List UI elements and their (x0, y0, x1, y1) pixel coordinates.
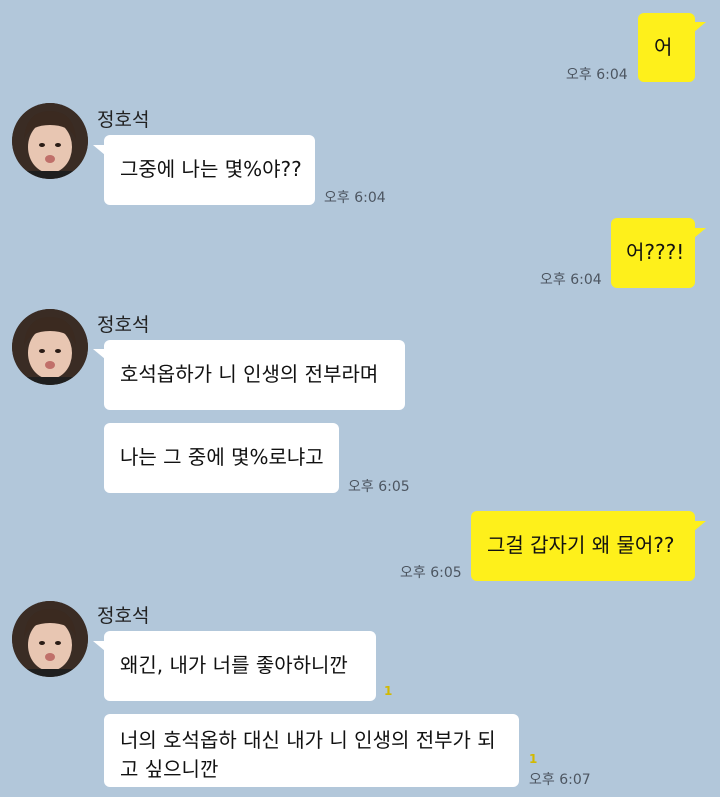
message-text: 그중에 나는 몇%야?? (120, 157, 302, 181)
bubble-tail (694, 521, 706, 531)
profile-photo-icon (12, 601, 88, 677)
other-message-bubble[interactable]: 왜긴, 내가 너를 좋아하니깐 (104, 631, 376, 701)
my-message-bubble[interactable]: 그걸 갑자기 왜 물어?? (471, 511, 695, 581)
message-timestamp: 오후 6:05 (348, 479, 410, 495)
message-timestamp: 오후 6:05 (400, 565, 462, 581)
contact-name: 정호석 (97, 605, 150, 627)
message-timestamp: 오후 6:04 (540, 272, 602, 288)
profile-photo-icon (12, 103, 88, 179)
message-text: 그걸 갑자기 왜 물어?? (487, 533, 675, 557)
message-text: 어???! (626, 240, 685, 264)
my-message-bubble[interactable]: 어???! (611, 218, 695, 288)
other-message-bubble[interactable]: 너의 호석옵하 대신 내가 니 인생의 전부가 되고 싶으니깐 (104, 714, 519, 787)
my-message-bubble[interactable]: 어 (638, 13, 695, 82)
contact-name: 정호석 (97, 109, 150, 131)
avatar[interactable] (12, 309, 88, 385)
bubble-tail (694, 22, 706, 32)
other-message-bubble[interactable]: 호석옵하가 니 인생의 전부라며 (104, 340, 405, 410)
contact-name: 정호석 (97, 314, 150, 336)
message-text: 어 (654, 35, 673, 59)
message-timestamp: 오후 6:04 (566, 67, 628, 83)
avatar[interactable] (12, 601, 88, 677)
message-text: 호석옵하가 니 인생의 전부라며 (120, 362, 379, 386)
avatar[interactable] (12, 103, 88, 179)
bubble-tail (694, 228, 706, 238)
other-message-bubble[interactable]: 나는 그 중에 몇%로냐고 (104, 423, 339, 493)
other-message-bubble[interactable]: 그중에 나는 몇%야?? (104, 135, 315, 205)
message-text: 너의 호석옵하 대신 내가 니 인생의 전부가 되고 싶으니깐 (120, 728, 496, 781)
message-timestamp: 오후 6:04 (324, 190, 386, 206)
unread-count-badge: 1 (384, 684, 393, 698)
unread-count-badge: 1 (529, 752, 538, 766)
message-text: 나는 그 중에 몇%로냐고 (120, 445, 324, 469)
profile-photo-icon (12, 309, 88, 385)
message-text: 왜긴, 내가 너를 좋아하니깐 (120, 653, 348, 677)
message-timestamp: 오후 6:07 (529, 772, 591, 788)
